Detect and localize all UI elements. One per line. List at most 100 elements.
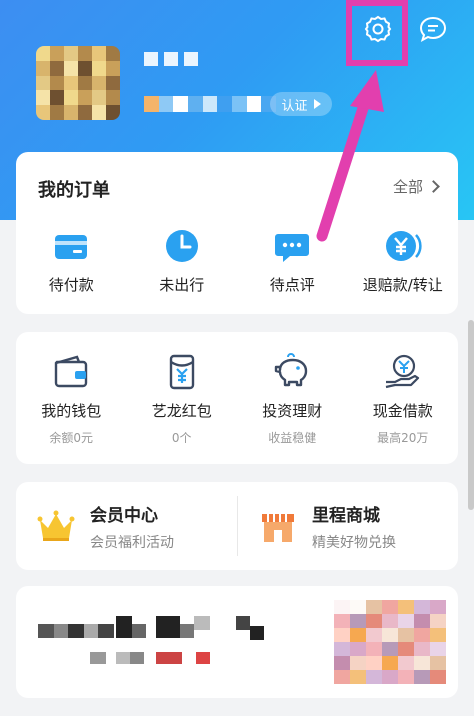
promo-image-pixel: [366, 600, 382, 614]
avatar-pixel: [36, 90, 50, 106]
scrollbar[interactable]: [468, 320, 474, 510]
promo-image-pixel: [382, 642, 398, 656]
divider: [237, 496, 238, 556]
promo-image-pixel: [398, 600, 414, 614]
avatar-pixel: [106, 90, 120, 106]
avatar-pixel: [64, 60, 78, 76]
avatar-pixel: [50, 90, 64, 106]
promo-image-pixel: [382, 600, 398, 614]
chevron-right-icon: [427, 180, 440, 193]
promo-image-pixel: [414, 642, 430, 656]
promo-image-pixel: [350, 642, 366, 656]
order-pending-payment[interactable]: 待付款: [16, 226, 127, 295]
avatar-pixel: [78, 46, 92, 61]
promo-image-pixel: [414, 656, 430, 670]
promo-pixel: [196, 652, 210, 664]
promo-image-pixel: [382, 628, 398, 642]
promo-image-pixel: [350, 656, 366, 670]
avatar-pixel: [36, 60, 50, 76]
promo-pixel: [180, 624, 194, 638]
promo-image-pixel: [382, 656, 398, 670]
promo-pixel: [116, 652, 130, 664]
avatar-pixel: [36, 46, 50, 61]
info-pixel: [158, 96, 174, 112]
user-info-blurred: [144, 96, 277, 112]
promo-pixel: [236, 616, 250, 630]
order-pending-review[interactable]: 待点评: [237, 226, 348, 295]
username-blurred: [144, 44, 214, 74]
order-refund-transfer[interactable]: 退赔款/转让: [348, 226, 459, 295]
order-label: 未出行: [159, 276, 205, 294]
promo-pixel: [68, 624, 84, 638]
verify-button[interactable]: 认证: [270, 92, 332, 116]
info-pixel: [202, 96, 218, 112]
promo-image-pixel: [398, 656, 414, 670]
avatar-pixel: [64, 105, 78, 120]
avatar-pixel: [78, 105, 92, 120]
promo-image-pixel: [350, 614, 366, 628]
card-icon: [55, 235, 88, 259]
all-orders-link[interactable]: 全部: [392, 176, 440, 197]
avatar-pixel: [106, 46, 120, 61]
wallet-item-investment[interactable]: 投资理财 收益稳健: [237, 352, 348, 446]
avatar-pixel: [106, 75, 120, 91]
wallet-item-label: 艺龙红包: [151, 402, 212, 420]
promo-pixel: [38, 624, 54, 638]
promo-image-pixel: [334, 600, 350, 614]
wallet-item-my-wallet[interactable]: 我的钱包 余额0元: [16, 352, 127, 446]
member-center-title: 会员中心: [90, 505, 158, 526]
promo-pixel: [156, 652, 182, 664]
avatar-pixel: [78, 90, 92, 106]
promo-pixel: [54, 624, 68, 638]
avatar-pixel: [92, 46, 106, 61]
wallet-item-cash-loan[interactable]: 现金借款 最高20万: [348, 352, 459, 446]
promo-image-pixel: [366, 628, 382, 642]
promo-image-pixel: [430, 600, 446, 614]
promo-pixel: [84, 624, 98, 638]
promo-image-pixel: [382, 670, 398, 684]
promo-card-blurred[interactable]: [16, 586, 458, 698]
mileage-mall-sub: 精美好物兑换: [312, 534, 396, 551]
orders-card: 我的订单 全部 待付款 未出行 待点评 退赔款/转让: [16, 152, 458, 314]
info-pixel: [173, 96, 189, 112]
member-center-sub: 会员福利活动: [90, 534, 174, 551]
promo-image-pixel: [334, 642, 350, 656]
promo-image-pixel: [334, 670, 350, 684]
avatar-pixel: [50, 75, 64, 91]
promo-image-pixel: [334, 656, 350, 670]
avatar-pixel: [78, 60, 92, 76]
mileage-mall[interactable]: 里程商城 精美好物兑换: [258, 482, 396, 570]
orders-title: 我的订单: [38, 180, 110, 201]
message-icon[interactable]: [418, 14, 448, 44]
avatar-pixel: [92, 90, 106, 106]
order-label: 退赔款/转让: [362, 276, 443, 294]
wallet-item-sub: 最高20万: [377, 431, 429, 445]
info-pixel: [232, 96, 247, 112]
avatar-pixel: [36, 105, 50, 120]
promo-image-pixel: [366, 670, 382, 684]
order-label: 待付款: [48, 276, 94, 294]
promo-image-pixel: [430, 614, 446, 628]
promo-pixel: [132, 624, 146, 638]
info-pixel: [246, 96, 262, 112]
promo-image-pixel: [366, 656, 382, 670]
info-pixel: [144, 96, 159, 112]
all-orders-label: 全部: [392, 178, 423, 196]
avatar-pixel: [106, 60, 120, 76]
promo-pixel: [90, 652, 106, 664]
wallet-item-red-packet[interactable]: 艺龙红包 0个: [127, 352, 238, 446]
wallet-icon: [55, 355, 88, 388]
member-center[interactable]: 会员中心 会员福利活动: [36, 482, 174, 570]
promo-image-pixel: [350, 628, 366, 642]
avatar[interactable]: [36, 46, 120, 120]
red-packet-icon: [169, 354, 194, 390]
promo-image-pixel: [430, 628, 446, 642]
gear-icon[interactable]: [363, 14, 393, 44]
promo-image-pixel: [414, 600, 430, 614]
wallet-card: 我的钱包 余额0元 艺龙红包 0个 投资理财 收益稳健 现金借款 最高20万: [16, 332, 458, 464]
info-pixel: [217, 96, 233, 112]
promo-image-pixel: [398, 670, 414, 684]
promo-image-pixel: [382, 614, 398, 628]
info-pixel: [188, 96, 203, 112]
order-upcoming-trip[interactable]: 未出行: [127, 226, 238, 295]
